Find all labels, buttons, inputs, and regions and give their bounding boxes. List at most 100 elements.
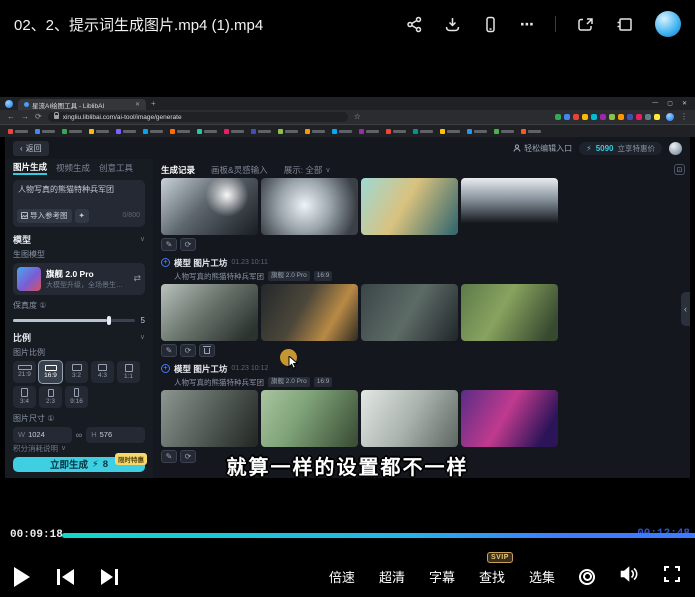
tab-creative-tools[interactable]: 创意工具 [99,162,133,174]
width-field[interactable]: W 1024 [13,427,72,443]
swap-model-icon[interactable]: ⇄ [133,273,141,284]
edit-icon[interactable]: ✎ [161,238,177,251]
dock-window-icon[interactable] [616,16,634,33]
bookmark-item[interactable] [62,129,82,134]
bookmark-item[interactable] [521,129,541,134]
tab-image-generation[interactable]: 图片生成 [13,161,47,175]
generated-image[interactable] [161,178,258,235]
extension-icon[interactable] [573,114,579,120]
bookmark-item[interactable] [197,129,217,134]
generated-image[interactable] [161,284,258,341]
browser-tab[interactable]: 星流AI绘图工具 - LiblibAI ✕ [18,99,146,110]
prompt-input[interactable]: 人物写真的熊猫特种兵军团 导入参考图 ✦ 0/800 [13,180,145,227]
tab-video-generation[interactable]: 视频生成 [56,162,90,174]
volume-icon[interactable] [619,565,639,588]
ratio-option-9-16[interactable]: 9:16 [65,386,88,408]
generated-image[interactable] [361,178,458,235]
next-button[interactable] [101,569,118,585]
browser-forward-icon[interactable]: → [21,113,29,121]
generated-image[interactable] [461,178,558,235]
url-field[interactable]: xingliu.liblibai.com/ai-tool/image/gener… [48,112,348,122]
generated-image[interactable] [261,284,358,341]
bookmark-item[interactable] [224,129,244,134]
disc-icon[interactable] [579,569,595,585]
progress-bar[interactable] [62,533,695,538]
chevron-down-icon[interactable]: ∨ [140,235,145,243]
extension-icon[interactable] [627,114,633,120]
previous-button[interactable] [57,569,74,585]
extension-icon[interactable] [645,114,651,120]
generated-image[interactable] [261,390,358,447]
extension-icon[interactable] [618,114,624,120]
fullscreen-icon[interactable] [663,565,681,588]
task-entry-link[interactable]: 轻松编辑入口 [513,143,572,154]
generated-image[interactable] [161,390,258,447]
user-avatar[interactable] [655,11,681,37]
bookmark-item[interactable] [278,129,298,134]
ratio-option-2-3[interactable]: 2:3 [39,386,62,408]
extension-icon[interactable] [609,114,615,120]
bookmark-item[interactable] [386,129,406,134]
collapse-panel-handle[interactable]: ‹ [681,292,690,326]
regenerate-icon[interactable]: ⟳ [180,344,196,357]
bookmark-item[interactable] [305,129,325,134]
browser-profile-icon[interactable] [5,100,13,108]
regenerate-icon[interactable]: ⟳ [180,238,196,251]
generated-image[interactable] [361,284,458,341]
extension-icon[interactable] [591,114,597,120]
bookmark-item[interactable] [440,129,460,134]
browser-back-icon[interactable]: ← [7,113,15,121]
episodes-button[interactable]: 选集 [529,567,555,586]
chevron-down-icon[interactable]: ∨ [140,333,145,341]
quality-button[interactable]: 超清 [379,567,405,586]
generated-image[interactable] [461,284,558,341]
extension-icon[interactable] [636,114,642,120]
browser-menu-icon[interactable]: ⋮ [680,113,688,121]
generated-image[interactable] [261,178,358,235]
app-user-avatar[interactable] [669,142,682,155]
ratio-option-21-9[interactable]: 21:9 [13,361,36,383]
bookmark-item[interactable] [251,129,271,134]
video-frame[interactable]: 星流AI绘图工具 - LiblibAI ✕ + — ▢ ✕ ← → ⟳ xing… [0,48,695,530]
ratio-option-4-3[interactable]: 4:3 [91,361,114,383]
bookmark-item[interactable] [467,129,487,134]
new-tab-button[interactable]: + [151,100,156,108]
plus-icon[interactable]: + [161,364,170,373]
extension-icon[interactable] [564,114,570,120]
find-button[interactable]: 查找 [479,570,505,585]
expand-panel-icon[interactable]: ⊡ [674,164,685,175]
share-icon[interactable] [406,16,423,33]
height-field[interactable]: H 576 [86,427,145,443]
bookmark-item[interactable] [413,129,433,134]
bookmark-item[interactable] [359,129,379,134]
model-card[interactable]: 旗舰 2.0 Pro 大模型升级，全场景生图出片质感拉满… ⇄ [13,263,145,295]
more-icon[interactable]: ⋯ [520,16,534,33]
snip-icon[interactable] [577,16,595,33]
bookmark-item[interactable] [143,129,163,134]
browser-reload-icon[interactable]: ⟳ [35,113,42,121]
browser-avatar[interactable] [666,113,674,121]
bookmark-item[interactable] [89,129,109,134]
slider-knob[interactable] [107,316,111,325]
tab-canvas-input[interactable]: 画板&灵感输入 [211,164,268,176]
generated-image[interactable] [361,390,458,447]
bookmark-item[interactable] [8,129,28,134]
download-icon[interactable] [444,16,461,33]
delete-icon[interactable] [199,344,215,357]
extension-icon[interactable] [582,114,588,120]
generated-image[interactable] [461,390,558,447]
extension-icon[interactable] [555,114,561,120]
bookmark-star-icon[interactable]: ☆ [354,113,361,121]
extension-icon[interactable] [600,114,606,120]
subtitles-button[interactable]: 字幕 [429,567,455,586]
display-filter[interactable]: 展示: 全部 ∨ [284,164,331,176]
credits-pill[interactable]: ⚡ 5090 立享特惠价 [579,142,662,155]
tab-close-icon[interactable]: ✕ [135,101,140,108]
play-button[interactable] [14,567,30,587]
back-button[interactable]: ‹ 返回 [13,141,49,156]
ratio-option-3-2[interactable]: 3:2 [65,361,88,383]
ratio-option-16-9[interactable]: 16:9 [39,361,62,383]
link-dimensions-icon[interactable]: ∞ [76,430,82,440]
window-maximize-icon[interactable]: ▢ [667,100,673,107]
bookmark-item[interactable] [332,129,352,134]
